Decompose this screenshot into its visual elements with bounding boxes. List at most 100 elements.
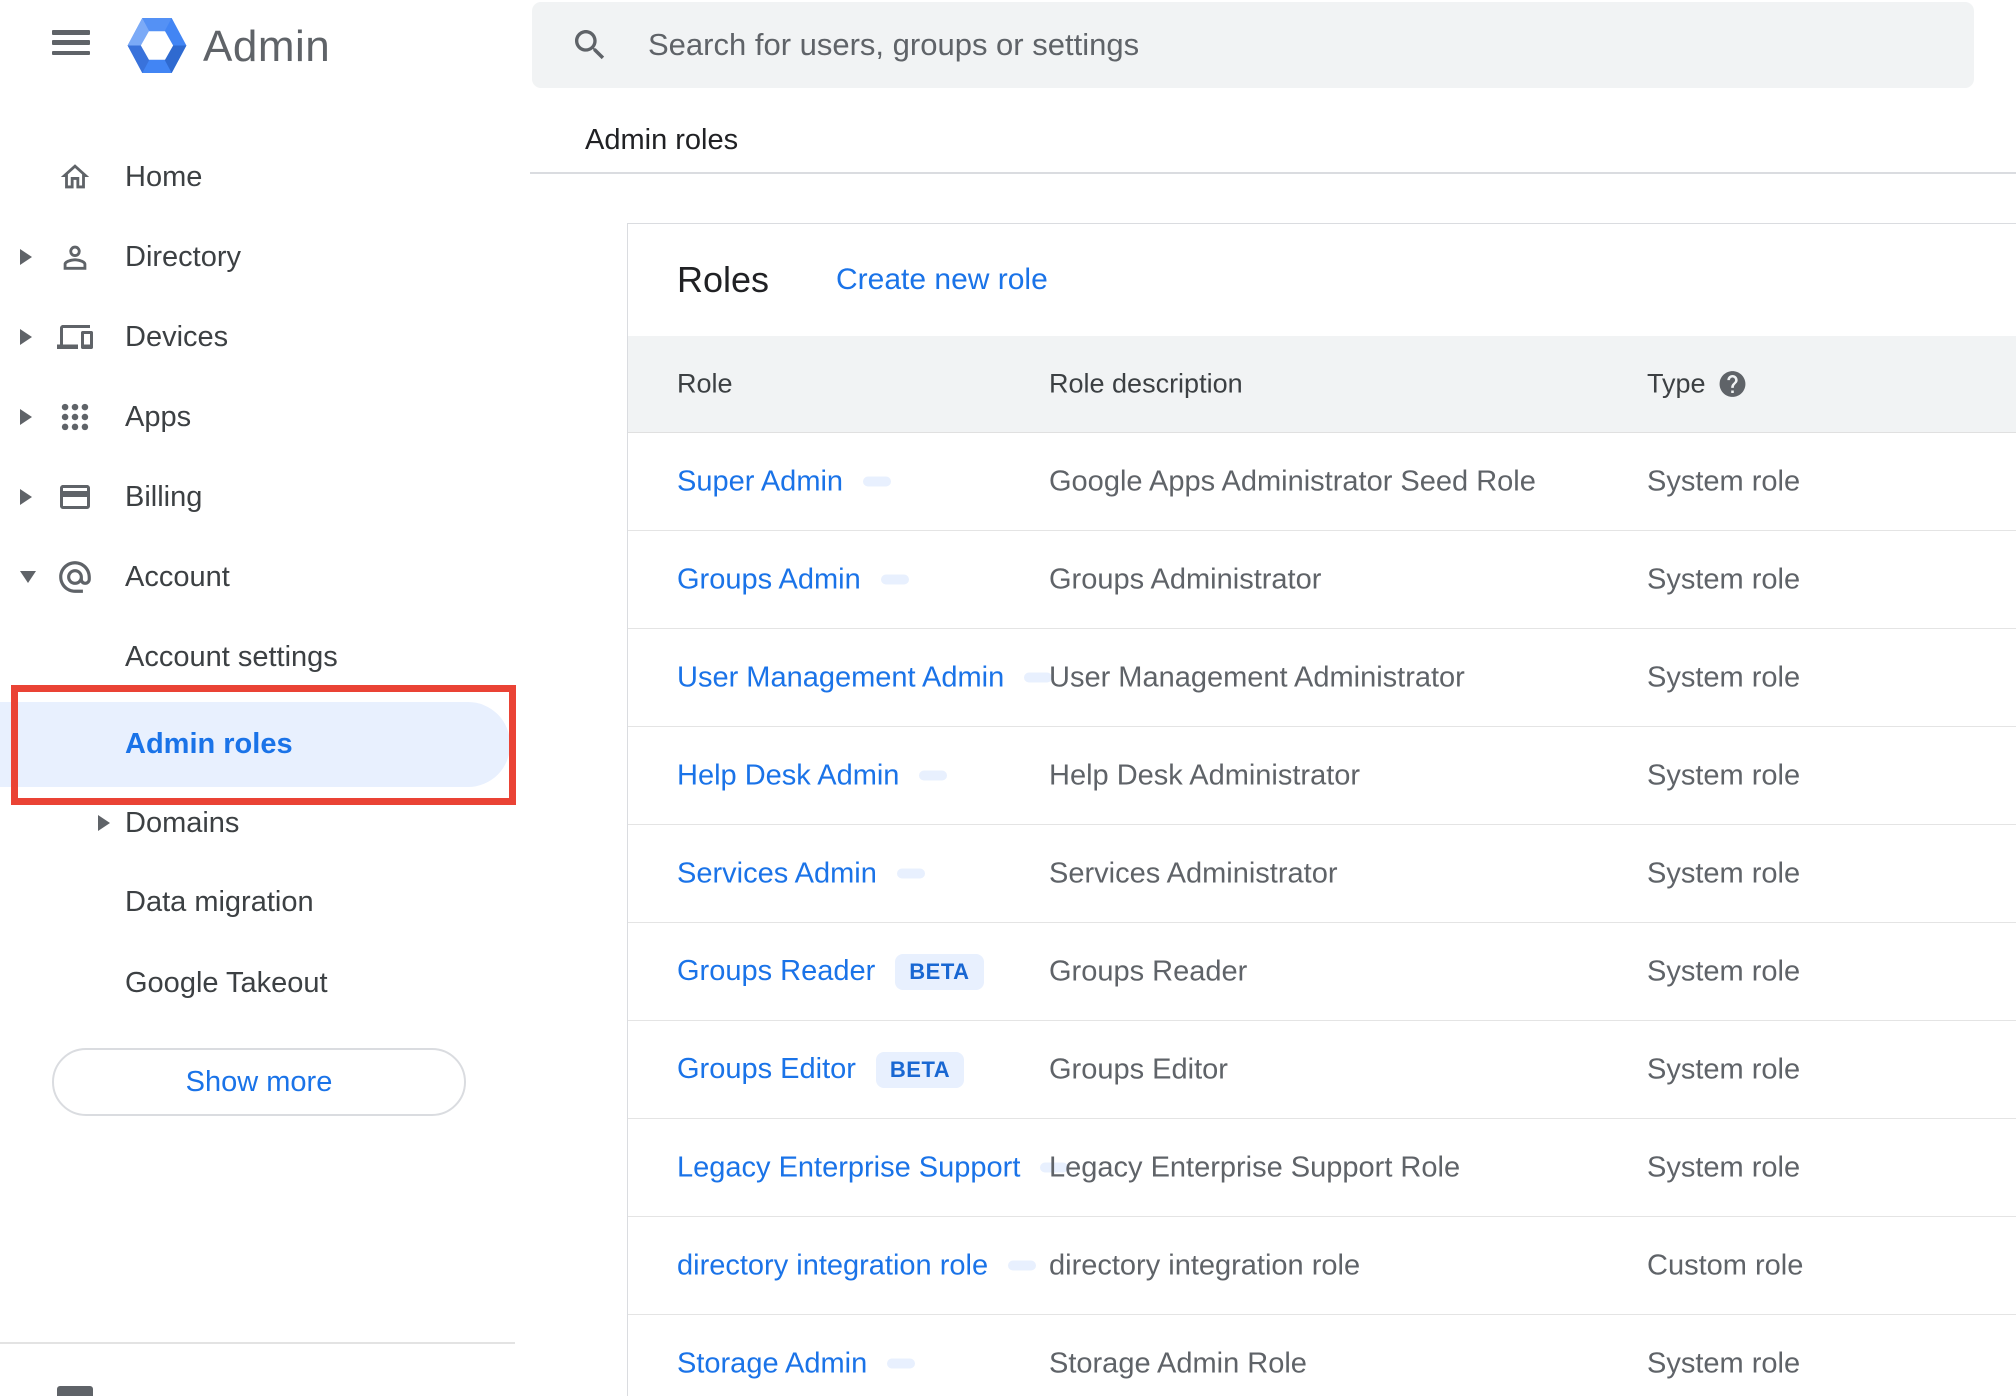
sidebar-item-label: Data migration [125,885,314,918]
role-link[interactable]: Groups Admin [677,563,861,596]
role-link[interactable]: User Management Admin [677,661,1004,694]
role-link[interactable]: directory integration role [677,1249,988,1282]
role-description-cell: Groups Editor [1049,1053,1228,1085]
role-cell: Groups Reader BETA [677,953,984,990]
table-row: directory integration role directory int… [628,1217,2016,1315]
role-cell: Services Admin [677,857,925,890]
sidebar-item-home[interactable]: Home [0,137,510,217]
admin-console-page: Admin Home Directory Devices Apps Billin… [0,0,2016,1396]
role-type-cell: System role [1647,1347,1801,1379]
devices-icon [54,316,96,358]
role-type-cell: System role [1647,857,1801,889]
role-cell: Super Admin [677,465,892,498]
table-row: User Management Admin User Management Ad… [628,629,2016,727]
search-input[interactable] [648,27,1974,63]
beta-badge: BETA [875,1051,965,1088]
table-row: Groups Reader BETA Groups Reader System … [628,923,2016,1021]
sidebar-item-admin-roles[interactable]: Admin roles [0,702,510,787]
role-description-cell: Storage Admin Role [1049,1347,1307,1379]
caret-right-icon [20,329,36,345]
role-type-cell: System role [1647,465,1801,497]
admin-hexagon-logo [127,18,187,73]
home-icon [54,156,96,198]
role-type-cell: Custom role [1647,1249,1804,1281]
role-link[interactable]: Services Admin [677,857,877,890]
caret-right-icon [98,815,114,831]
sidebar: Admin Home Directory Devices Apps Billin… [0,0,530,1396]
role-description-cell: Google Apps Administrator Seed Role [1049,465,1536,497]
sidebar-item-data-migration[interactable]: Data migration [0,862,510,942]
caret-right-icon [20,409,36,425]
sidebar-item-label: Account [125,560,230,593]
sidebar-item-account[interactable]: Account [0,537,510,617]
caret-down-icon [20,569,36,585]
sidebar-footer-partial-icon [57,1386,93,1396]
role-type-cell: System role [1647,563,1801,595]
caret-right-icon [20,249,36,265]
role-description-cell: directory integration role [1049,1249,1361,1281]
table-row: Services Admin Services Administrator Sy… [628,825,2016,923]
at-sign-icon [54,556,96,598]
caret-right-icon [20,489,36,505]
table-row: Super Admin Google Apps Administrator Se… [628,433,2016,531]
table-row: Groups Admin Groups Administrator System… [628,531,2016,629]
app-title: Admin [203,22,331,71]
role-link[interactable]: Groups Editor [677,1053,856,1086]
beta-badge: BETA [895,953,984,990]
search-icon [570,25,610,65]
role-type-cell: System role [1647,759,1801,791]
column-header-type: Type [1647,368,1706,399]
role-description-cell: Groups Reader [1049,955,1248,987]
global-search-bar[interactable] [532,2,1974,88]
sidebar-item-account-settings[interactable]: Account settings [0,617,510,697]
sidebar-item-label: Google Takeout [125,966,328,999]
role-cell: Storage Admin [677,1347,916,1380]
role-type-cell: System role [1647,1151,1801,1183]
role-link[interactable]: Help Desk Admin [677,759,899,792]
breadcrumb: Admin roles [585,124,739,156]
sidebar-footer-divider [0,1342,515,1344]
sidebar-item-directory[interactable]: Directory [0,217,510,297]
sidebar-item-label: Domains [125,806,240,839]
sidebar-item-label: Devices [125,320,229,353]
person-icon [54,236,96,278]
help-icon[interactable] [1717,369,1748,400]
sidebar-item-label: Account settings [125,640,338,673]
role-cell: Legacy Enterprise Support [677,1151,1069,1184]
role-description-cell: Services Administrator [1049,857,1338,889]
role-link[interactable]: Groups Reader [677,955,875,988]
create-new-role-link[interactable]: Create new role [836,263,1048,297]
show-more-button[interactable]: Show more [52,1048,466,1116]
role-description-cell: Help Desk Administrator [1049,759,1361,791]
role-description-cell: Groups Administrator [1049,563,1322,595]
role-link[interactable]: Super Admin [677,465,843,498]
beta-badge [863,476,892,487]
role-link[interactable]: Storage Admin [677,1347,867,1380]
table-row: Legacy Enterprise Support Legacy Enterpr… [628,1119,2016,1217]
role-link[interactable]: Legacy Enterprise Support [677,1151,1020,1184]
sidebar-item-apps[interactable]: Apps [0,377,510,457]
beta-badge [919,770,948,781]
beta-badge [887,1358,916,1369]
roles-panel: Roles Create new role Role Role descript… [627,223,2016,1396]
credit-card-icon [54,476,96,518]
role-type-cell: System role [1647,955,1801,987]
sidebar-item-label: Billing [125,480,203,513]
column-header-description: Role description [1049,368,1243,399]
table-row: Help Desk Admin Help Desk Administrator … [628,727,2016,825]
sidebar-item-billing[interactable]: Billing [0,457,510,537]
table-row: Storage Admin Storage Admin Role System … [628,1315,2016,1396]
role-cell: Groups Editor BETA [677,1051,965,1088]
sidebar-item-label: Directory [125,240,242,273]
apps-grid-icon [54,396,96,438]
sidebar-item-label: Home [125,160,203,193]
role-cell: User Management Admin [677,661,1053,694]
roles-table-body: Super Admin Google Apps Administrator Se… [628,433,2016,1396]
role-type-cell: System role [1647,661,1801,693]
sidebar-item-label: Admin roles [125,728,293,760]
hamburger-menu-icon[interactable] [52,30,90,55]
sidebar-item-devices[interactable]: Devices [0,297,510,377]
table-header-row: Role Role description Type [628,336,2016,433]
sidebar-item-domains[interactable]: Domains [0,783,510,863]
sidebar-item-google-takeout[interactable]: Google Takeout [0,943,510,1023]
